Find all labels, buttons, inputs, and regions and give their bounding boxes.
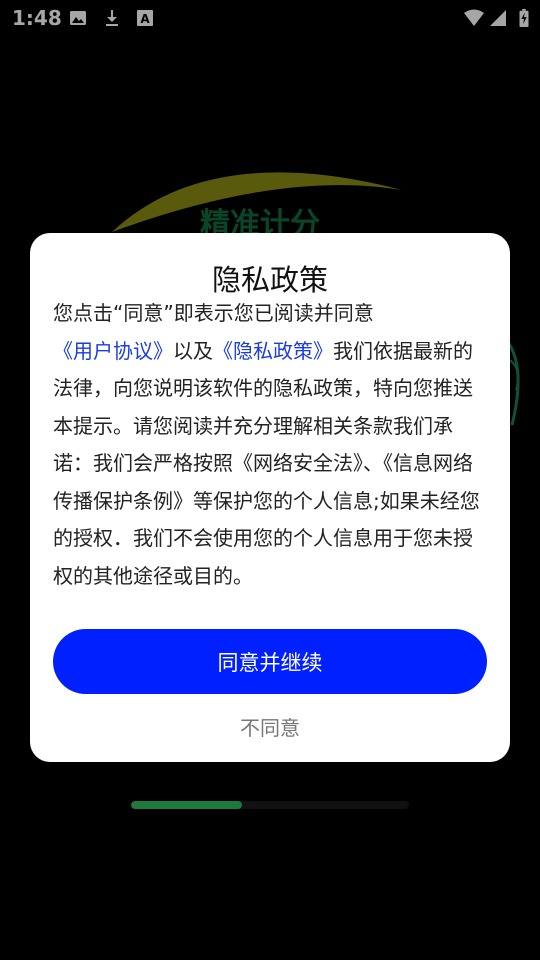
body-text-1: 您点击“同意”即表示您已阅读并同意	[53, 301, 374, 325]
loading-progress-bar	[131, 801, 409, 809]
agree-button[interactable]: 同意并继续	[53, 629, 487, 694]
dialog-body: 您点击“同意”即表示您已阅读并同意《用户协议》以及《隐私政策》我们依据最新的法律…	[53, 295, 489, 595]
privacy-policy-link[interactable]: 《隐私政策》	[213, 339, 333, 363]
loading-progress-fill	[131, 801, 243, 809]
privacy-dialog: 隐私政策 您点击“同意”即表示您已阅读并同意《用户协议》以及《隐私政策》我们依据…	[30, 233, 510, 762]
body-text-3: 我们依据最新的法律，向您说明该软件的隐私政策，特向您推送本提示。请您阅读并充分理…	[53, 338, 480, 588]
body-text-2: 以及	[173, 338, 213, 363]
dialog-title: 隐私政策	[211, 263, 328, 297]
disagree-button[interactable]: 不同意	[170, 711, 370, 745]
user-agreement-link[interactable]: 《用户协议》	[53, 339, 173, 363]
